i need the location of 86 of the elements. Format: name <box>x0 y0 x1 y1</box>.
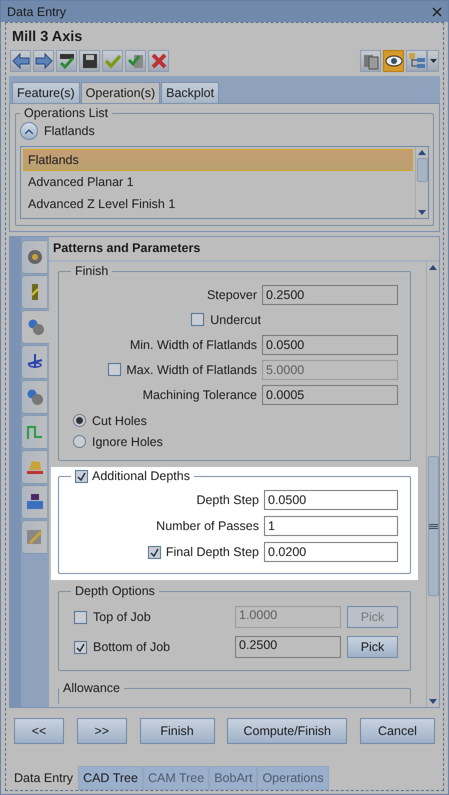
chevron-icon <box>25 128 33 134</box>
dialog-button[interactable]: Compute/Finish <box>227 718 348 744</box>
header-title: Mill 3 Axis <box>11 28 84 47</box>
caret-icon <box>430 59 436 63</box>
pick-button[interactable]: Pick <box>347 636 398 658</box>
side-tab[interactable] <box>21 310 49 344</box>
tree-icon <box>408 52 426 70</box>
input-field[interactable]: 1 <box>264 516 398 536</box>
dialog-button[interactable]: Finish <box>140 718 214 744</box>
toolbar-button[interactable] <box>33 50 54 72</box>
radio-button[interactable] <box>73 414 86 427</box>
pencil-icon <box>26 528 44 546</box>
tab[interactable]: CAD Tree <box>78 766 143 790</box>
side-tab[interactable] <box>21 240 47 274</box>
right-arrow-icon <box>34 52 52 70</box>
input-field[interactable]: 0.0500 <box>264 490 398 510</box>
field-label: Stepover <box>206 288 257 302</box>
collapse-button[interactable] <box>20 122 38 140</box>
side-tab[interactable] <box>21 380 47 414</box>
check-document-icon <box>126 52 144 70</box>
tab[interactable]: Operation(s) <box>80 82 160 103</box>
group-title: Finish <box>74 264 110 278</box>
checkbox[interactable] <box>74 640 87 654</box>
field-label: Final Depth Step <box>166 545 259 559</box>
input-field[interactable]: 0.0005 <box>262 384 398 404</box>
checkbox[interactable] <box>148 546 161 558</box>
field-label: Min. Width of Flatlands <box>130 338 257 352</box>
left-arrow-icon <box>12 52 30 70</box>
step-icon <box>26 423 44 441</box>
window-title: Data Entry <box>7 4 66 18</box>
scrollbar[interactable] <box>415 147 428 218</box>
axis-icon <box>26 353 44 371</box>
toolbar-button[interactable] <box>56 50 77 72</box>
input-field[interactable]: 0.2500 <box>262 284 398 304</box>
checkbox-label: Undercut <box>210 312 261 326</box>
side-tab[interactable] <box>21 345 47 379</box>
panel-title: Patterns and Parameters <box>49 237 439 262</box>
delete-icon <box>150 52 168 70</box>
field-label: Max. Width of Flatlands <box>126 362 257 376</box>
side-tab[interactable] <box>21 275 47 309</box>
current-operation: Flatlands <box>44 124 95 138</box>
field-label: Depth Step <box>196 493 259 507</box>
input-field[interactable]: 0.0500 <box>262 334 398 354</box>
radio-button[interactable] <box>73 435 86 448</box>
tab[interactable]: Feature(s) <box>12 82 80 103</box>
dropdown-button[interactable] <box>427 50 439 72</box>
dialog-button[interactable]: << <box>14 718 64 744</box>
toolbar-button[interactable] <box>79 50 100 72</box>
tab[interactable]: Backplot <box>161 82 220 103</box>
group-title: Operations List <box>23 106 110 120</box>
scroll-down-icon[interactable] <box>418 210 426 215</box>
side-tab[interactable] <box>21 450 47 484</box>
group-title: Additional Depths <box>92 469 190 483</box>
input-field[interactable]: 0.2500 <box>235 636 341 658</box>
dialog-button[interactable]: >> <box>76 718 127 744</box>
scroll-up-icon[interactable] <box>418 150 426 155</box>
group-title: Allowance <box>62 681 121 695</box>
checkbox-label: Top of Job <box>93 610 152 624</box>
documents-icon <box>362 52 380 70</box>
side-tab[interactable] <box>21 485 47 519</box>
close-icon[interactable] <box>432 6 442 16</box>
radio-label: Ignore Holes <box>92 434 163 448</box>
scroll-up-icon[interactable] <box>429 265 437 270</box>
toolbar-button[interactable] <box>360 50 381 72</box>
grip-icon <box>428 524 438 528</box>
check-all-icon <box>58 52 76 70</box>
toolbar-button[interactable] <box>10 50 31 72</box>
field-label: Machining Tolerance <box>142 388 257 402</box>
checkbox[interactable] <box>191 313 204 326</box>
list-item[interactable]: Advanced Z Level Finish 1 <box>23 193 413 215</box>
group-title: Depth Options <box>74 584 156 598</box>
scrollbar[interactable] <box>426 262 439 707</box>
input-field[interactable]: 0.0200 <box>264 542 398 562</box>
checkmark-icon <box>104 52 122 70</box>
checkbox[interactable] <box>74 610 87 624</box>
toolbar-button[interactable] <box>406 50 427 72</box>
checkbox-label: Bottom of Job <box>93 640 172 654</box>
field-label: Number of Passes <box>156 519 259 533</box>
checkbox[interactable] <box>75 470 88 482</box>
list-item[interactable]: Advanced Planar 1 <box>23 171 413 193</box>
radio-label: Cut Holes <box>92 414 147 428</box>
toolbar-button[interactable] <box>383 50 404 72</box>
gear-icon <box>26 248 44 266</box>
list-item[interactable]: Flatlands <box>23 149 413 171</box>
dialog-button[interactable]: Cancel <box>360 718 435 744</box>
scroll-down-icon[interactable] <box>429 699 437 704</box>
